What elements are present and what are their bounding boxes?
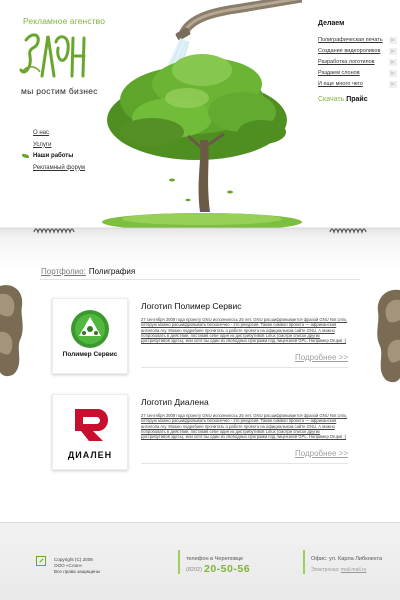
spiral-divider [0,227,400,240]
service-item[interactable]: Полиграфическая печать [318,35,400,46]
email-line: Электронка: mail.mail.ru [311,567,366,573]
download-label[interactable]: Скачать [318,96,344,103]
arrow-box-icon [36,556,46,566]
nav-link[interactable]: Услуги [33,142,51,148]
more-link[interactable]: Подробнее >> [295,449,348,458]
service-link[interactable]: И еще много чего [318,81,363,87]
main-content: Портфолио: Полиграфия Полимер Сервис Лого… [0,240,400,522]
office-address: Офис: ул. Карла Либкнехта [311,556,383,562]
polimer-servis-logo [71,310,109,348]
divider [141,367,348,368]
service-item[interactable]: Создание видеороликов [318,46,400,57]
copyright: Copyright (C) 2008 ООО «Слон» Все права … [54,557,100,575]
main-nav: О нас Услуги Наши работы Рекламный форум [22,128,85,174]
service-item[interactable]: И еще много чего [318,79,400,90]
divider [303,550,305,574]
slon-logo[interactable] [18,28,88,84]
service-item[interactable]: Раздаем слонов [318,68,400,79]
stone-decoration-right [377,289,400,383]
portfolio-thumbnail[interactable]: Полимер Сервис [52,298,128,374]
arrow-right-icon [389,70,397,77]
services-title: Делаем [318,20,345,27]
arrow-right-icon [389,81,397,88]
motto: мы ростим бизнес [21,86,98,96]
divider [40,279,360,280]
arrow-right-icon [389,37,397,44]
email-label: Электронка: [311,567,340,573]
portfolio-description: 27 сентября 2008 года проекту GNU исполн… [141,413,348,440]
nav-item-works[interactable]: Наши работы [22,151,85,163]
arrow-right-icon [389,59,397,66]
breadcrumb-current: Полиграфия [88,267,136,276]
email-link[interactable]: mail.mail.ru [341,567,367,573]
divider [141,463,348,464]
nav-link[interactable]: Рекламный форум [33,165,85,171]
portfolio-description: 27 сентября 2008 года проекту GNU исполн… [141,317,348,344]
polimer-logo-text: Полимер Сервис [62,351,118,358]
divider [178,550,180,574]
dialen-logo-text: ДИАЛЕН [67,450,113,460]
portfolio-title: Логотип Диалена [141,397,209,407]
tree-illustration [102,0,302,228]
portfolio-title: Логотип Полимер Сервис [141,301,242,311]
breadcrumb: Портфолио: Полиграфия [41,267,135,276]
service-link[interactable]: Разработка логотипов [318,59,375,65]
phone-code: (8202) [186,567,202,573]
nav-link[interactable]: О нас [33,130,49,136]
service-item[interactable]: Разработка логотипов [318,57,400,68]
price-download[interactable]: Скачать Прайс [318,96,400,103]
services-list: Полиграфическая печать Создание видеорол… [318,35,400,90]
nav-item-about[interactable]: О нас [22,128,85,140]
nav-link-active[interactable]: Наши работы [33,153,73,159]
header: Рекламное агенство мы ростим бизнес О на… [0,0,400,228]
nav-item-services[interactable]: Услуги [22,140,85,152]
leaf-bullet-icon [22,154,29,158]
services-panel: Делаем Полиграфическая печать Создание в… [318,20,400,103]
phone-number: 20-50-56 [204,563,251,575]
phone-label: телефон в Череповце [186,556,244,562]
more-link[interactable]: Подробнее >> [295,353,348,362]
arrow-right-icon [389,48,397,55]
footer: Copyright (C) 2008 ООО «Слон» Все права … [0,522,400,600]
breadcrumb-section[interactable]: Портфолио: [41,267,86,276]
stone-decoration-left [0,285,23,377]
nav-item-forum[interactable]: Рекламный форум [22,163,85,175]
portfolio-item: ДИАЛЕН Логотип Диалена 27 сентября 2008 … [52,394,352,474]
service-link[interactable]: Раздаем слонов [318,70,360,76]
price-link[interactable]: Прайс [346,96,367,103]
service-link[interactable]: Создание видеороликов [318,48,380,54]
service-link[interactable]: Полиграфическая печать [318,37,383,43]
portfolio-item: Полимер Сервис Логотип Полимер Сервис 27… [52,298,352,378]
copyright-line: Все права защищены [54,569,101,574]
portfolio-thumbnail[interactable]: ДИАЛЕН [52,394,128,470]
